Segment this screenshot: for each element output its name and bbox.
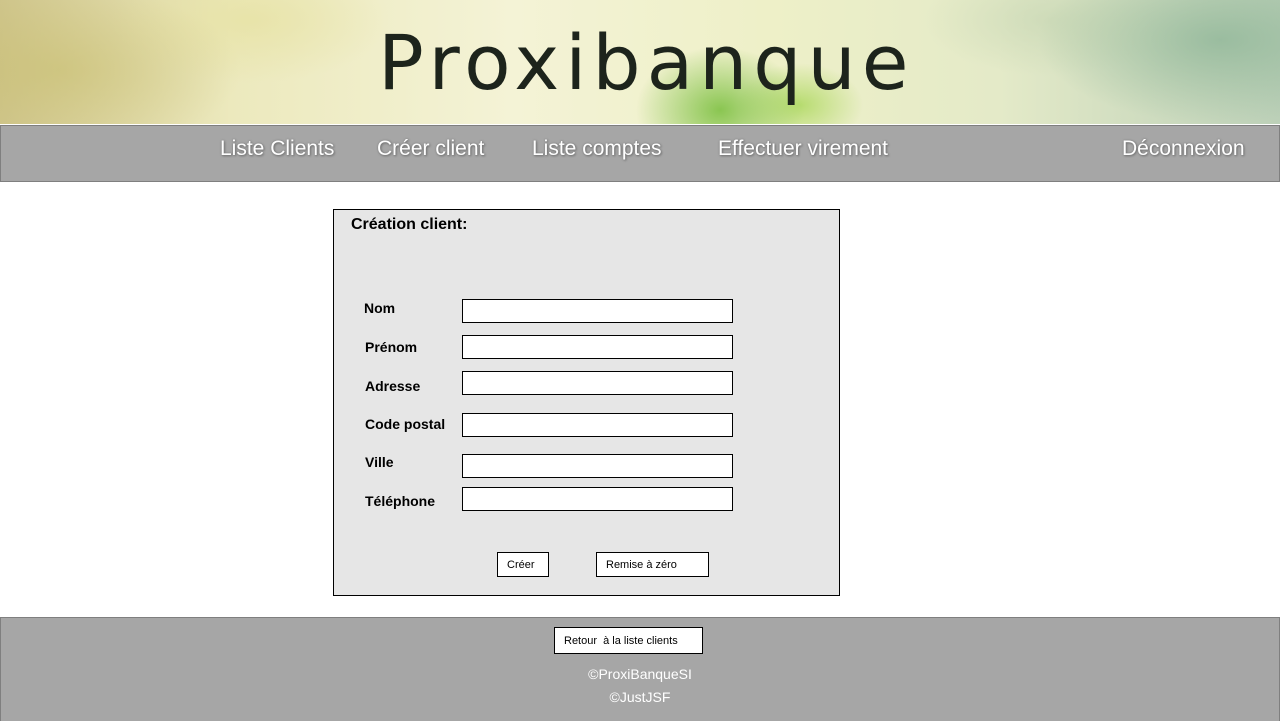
telephone-label: Téléphone <box>365 493 436 509</box>
code-postal-input[interactable] <box>462 413 733 437</box>
header-banner: Proxibanque <box>0 0 1280 124</box>
nav-creer-client[interactable]: Créer client <box>377 137 484 161</box>
ville-input[interactable] <box>462 454 733 478</box>
creer-button[interactable]: Créer <box>497 552 549 577</box>
adresse-label: Adresse <box>365 378 421 394</box>
prenom-input[interactable] <box>462 335 733 359</box>
brand-logo: Proxibanque <box>378 18 915 107</box>
adresse-input[interactable] <box>462 371 733 395</box>
nav-liste-comptes[interactable]: Liste comptes <box>532 137 662 161</box>
prenom-label: Prénom <box>365 339 418 355</box>
telephone-input[interactable] <box>462 487 733 511</box>
back-to-client-list-button[interactable]: Retour à la liste clients <box>554 627 703 654</box>
ville-label: Ville <box>365 454 394 470</box>
copyright-justjsf: ©JustJSF <box>609 689 671 705</box>
nom-label: Nom <box>364 300 396 316</box>
nav-effectuer-virement[interactable]: Effectuer virement <box>718 137 888 161</box>
reset-button[interactable]: Remise à zéro <box>596 552 709 577</box>
nav-deconnexion[interactable]: Déconnexion <box>1122 137 1245 161</box>
form-title: Création client: <box>351 216 468 233</box>
footer: Retour à la liste clients ©ProxiBanqueSI… <box>0 617 1280 721</box>
nom-input[interactable] <box>462 299 733 323</box>
client-creation-form: Création client: Nom Prénom Adresse Code… <box>333 209 840 596</box>
copyright-proxibanque: ©ProxiBanqueSI <box>588 666 692 682</box>
nav-liste-clients[interactable]: Liste Clients <box>220 137 334 161</box>
code-postal-label: Code postal <box>365 416 446 432</box>
main-nav: Liste Clients Créer client Liste comptes… <box>0 125 1280 182</box>
